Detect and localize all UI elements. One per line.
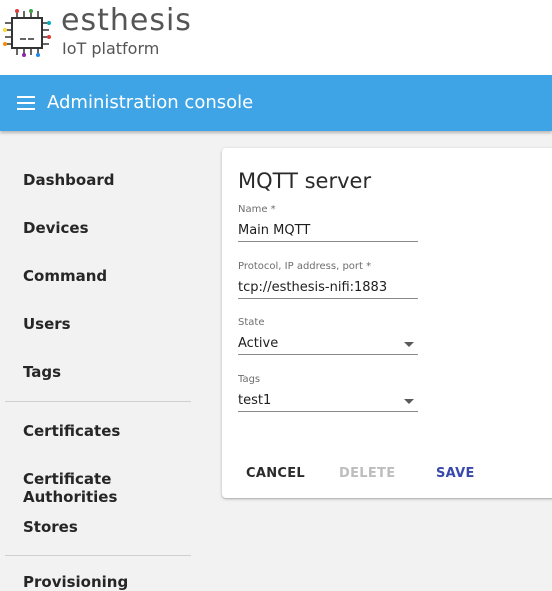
- name-field: Name *: [238, 204, 418, 242]
- sidebar-item-certificates[interactable]: Certificates: [23, 422, 120, 440]
- sidebar-item-certificate-authorities[interactable]: Certificate Authorities: [23, 470, 205, 506]
- sidebar-divider: [5, 401, 191, 402]
- cancel-button[interactable]: CANCEL: [246, 466, 305, 481]
- sidebar-item-command[interactable]: Command: [23, 267, 107, 285]
- state-label: State: [238, 317, 265, 328]
- sidebar-item-users[interactable]: Users: [23, 315, 71, 333]
- tags-value: test1: [238, 393, 272, 408]
- state-field: State Active: [238, 317, 418, 355]
- sidebar: Dashboard Devices Command Users Tags Cer…: [0, 131, 205, 591]
- chip-logo-icon: [3, 9, 51, 57]
- sidebar-item-dashboard[interactable]: Dashboard: [23, 171, 114, 189]
- address-control: [238, 277, 418, 299]
- app-bar: Administration console: [0, 75, 552, 131]
- sidebar-item-devices[interactable]: Devices: [23, 219, 89, 237]
- hamburger-menu-icon[interactable]: [17, 96, 37, 112]
- app-bar-title: Administration console: [47, 92, 254, 113]
- name-input[interactable]: [238, 223, 398, 238]
- dropdown-arrow-icon: [404, 399, 414, 404]
- name-label: Name *: [238, 204, 276, 215]
- tags-select[interactable]: test1: [238, 390, 418, 412]
- sidebar-item-provisioning[interactable]: Provisioning: [23, 573, 128, 591]
- sidebar-divider: [5, 555, 191, 556]
- dropdown-arrow-icon: [404, 342, 414, 347]
- form-title: MQTT server: [238, 169, 372, 193]
- name-control: [238, 220, 418, 242]
- sidebar-item-stores[interactable]: Stores: [23, 518, 78, 536]
- address-label: Protocol, IP address, port *: [238, 261, 372, 272]
- brand-subtitle: IoT platform: [62, 39, 160, 58]
- brand-header: esthesis IoT platform: [0, 0, 552, 75]
- delete-button[interactable]: DELETE: [339, 466, 395, 481]
- address-field: Protocol, IP address, port *: [238, 261, 418, 299]
- tags-label: Tags: [238, 374, 261, 385]
- tags-field: Tags test1: [238, 374, 418, 412]
- save-button[interactable]: SAVE: [436, 466, 475, 481]
- state-select[interactable]: Active: [238, 333, 418, 355]
- sidebar-item-tags[interactable]: Tags: [23, 363, 61, 381]
- mqtt-server-form-card: MQTT server Name * Protocol, IP address,…: [222, 148, 552, 498]
- address-input[interactable]: [238, 280, 398, 295]
- state-value: Active: [238, 336, 279, 351]
- brand-title: esthesis: [61, 3, 192, 38]
